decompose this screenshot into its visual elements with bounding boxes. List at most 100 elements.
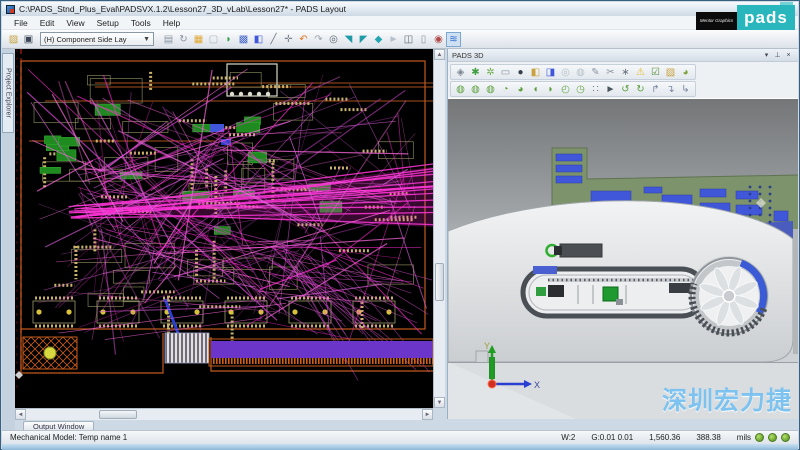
spin-left-icon[interactable]: ◴ — [558, 82, 573, 97]
solder-side-icon[interactable]: ◧ — [528, 65, 543, 80]
status-grid: G:0.01 0.01 — [591, 433, 633, 442]
measure-icon[interactable]: ✎ — [588, 65, 603, 80]
status-led-3[interactable] — [781, 433, 790, 442]
zoom-icon[interactable]: ◎ — [326, 32, 341, 47]
menu-view[interactable]: View — [60, 18, 90, 28]
pads-layout-window: C:\PADS_Stnd_Plus_Eval\PADSVX.1.2\Lesson… — [0, 0, 800, 450]
scroll-up-icon[interactable]: ▲ — [434, 49, 445, 60]
view-front-icon[interactable]: ◖ — [528, 82, 543, 97]
save-icon[interactable]: ▣ — [21, 32, 36, 47]
step-forward-icon[interactable]: ↳ — [678, 82, 693, 97]
view-back-icon[interactable]: ◗ — [543, 82, 558, 97]
status-bar: Mechanical Model: Temp name 1 W:2 G:0.01… — [2, 430, 798, 444]
view-left-icon[interactable]: ◔ — [498, 82, 513, 97]
zoom-window-icon[interactable]: ◍ — [573, 65, 588, 80]
project-explorer-label: Project Explorer — [5, 68, 12, 118]
hscroll-thumb[interactable] — [99, 410, 137, 419]
select-hand-icon[interactable]: ◈ — [453, 65, 468, 80]
select-cursor-icon[interactable]: ► — [603, 82, 618, 97]
status-x-coordinate: 1,560.36 — [649, 433, 680, 442]
open-folder-icon[interactable]: ▨ — [6, 32, 21, 47]
filter-nets-icon[interactable]: ◥ — [341, 32, 356, 47]
redo-icon[interactable]: ↷ — [311, 32, 326, 47]
view-right-icon[interactable]: ◕ — [513, 82, 528, 97]
view-iso-icon[interactable]: ◍ — [453, 82, 468, 97]
menu-bar: FileEditViewSetupToolsHelp — [2, 16, 798, 30]
watermark-text: 深圳宏力捷 — [662, 381, 792, 417]
rotate-view-icon[interactable]: ✲ — [483, 65, 498, 80]
collision-warning-icon[interactable]: ⚠ — [633, 65, 648, 80]
eco-mode-icon[interactable]: ◗ — [221, 32, 236, 47]
snap-point-icon[interactable]: ∗ — [618, 65, 633, 80]
verify-design-icon[interactable]: ◆ — [371, 32, 386, 47]
main-toolbar: ▨▣ (H) Component Side Lay ▼ ▤↻▦▢◗▩◧╱✛↶↷◎… — [2, 30, 798, 49]
scroll-down-icon[interactable]: ▼ — [434, 397, 445, 408]
board-outline-icon[interactable]: ▭ — [498, 65, 513, 80]
chevron-down-icon[interactable]: ▾ — [761, 51, 772, 59]
grid-dots-icon[interactable]: ▩ — [236, 32, 251, 47]
clipboard-icon[interactable]: ▯ — [416, 32, 431, 47]
close-icon[interactable]: × — [783, 52, 794, 59]
component-side-icon[interactable]: ◨ — [543, 65, 558, 80]
vertical-scrollbar[interactable]: ▲ ▼ — [433, 49, 445, 408]
pads-3d-icon[interactable]: ≋ — [446, 32, 461, 47]
refresh-model-icon[interactable]: ↺ — [618, 82, 633, 97]
zoom-selection-icon[interactable]: ◉ — [431, 32, 446, 47]
folder-icon[interactable]: ▨ — [663, 65, 678, 80]
properties-icon[interactable]: ▤ — [161, 32, 176, 47]
sync-model-icon[interactable]: ↻ — [633, 82, 648, 97]
layer-dropdown-value: (H) Component Side Lay — [44, 35, 127, 44]
layer-dropdown[interactable]: (H) Component Side Lay ▼ — [40, 32, 154, 46]
filter-parts-icon[interactable]: ◤ — [356, 32, 371, 47]
scroll-right-icon[interactable]: ► — [422, 409, 433, 420]
grid-points-icon[interactable]: ∷ — [588, 82, 603, 97]
display-colors-icon[interactable]: ◧ — [251, 32, 266, 47]
pcb-2d-canvas[interactable] — [15, 49, 433, 408]
vscroll-thumb[interactable] — [435, 263, 444, 301]
zoom-in-icon[interactable]: ◎ — [558, 65, 573, 80]
menu-tools[interactable]: Tools — [125, 18, 157, 28]
cross-section-icon[interactable]: ✂ — [603, 65, 618, 80]
status-message: Mechanical Model: Temp name 1 — [10, 433, 127, 442]
status-y-coordinate: 388.38 — [696, 433, 720, 442]
title-bar[interactable]: C:\PADS_Stnd_Plus_Eval\PADSVX.1.2\Lesson… — [2, 2, 798, 16]
pads-3d-toolbar-2: ◍◍◍◔◕◖◗◴◷∷►↺↻↱↴↳ — [450, 81, 696, 97]
undo-icon[interactable]: ↶ — [296, 32, 311, 47]
design-rules-icon[interactable]: ▦ — [191, 32, 206, 47]
pads-3d-header[interactable]: PADS 3D ▾ ⊥ × — [448, 49, 798, 62]
svg-text:Y: Y — [484, 341, 490, 351]
scroll-left-icon[interactable]: ◄ — [15, 409, 26, 420]
new-window-icon[interactable]: ◫ — [401, 32, 416, 47]
step-back-icon[interactable]: ↱ — [648, 82, 663, 97]
new-document-icon[interactable]: ▢ — [206, 32, 221, 47]
pcb-3d-viewport[interactable]: Y X 深圳宏力捷 — [448, 98, 798, 419]
menu-edit[interactable]: Edit — [34, 18, 61, 28]
window-title: C:\PADS_Stnd_Plus_Eval\PADSVX.1.2\Lesson… — [19, 4, 346, 14]
shaded-mode-icon[interactable]: ● — [513, 65, 528, 80]
status-led-1[interactable] — [755, 433, 764, 442]
mentor-graphics-logo: Mentor Graphics — [696, 12, 737, 30]
menu-help[interactable]: Help — [157, 18, 186, 28]
step-mid-icon[interactable]: ↴ — [663, 82, 678, 97]
add-route-icon[interactable]: ╱ — [266, 32, 281, 47]
spin-right-icon[interactable]: ◷ — [573, 82, 588, 97]
menu-file[interactable]: File — [8, 18, 34, 28]
menu-setup[interactable]: Setup — [91, 18, 125, 28]
selection-pointer-icon[interactable]: ► — [386, 32, 401, 47]
fit-view-icon[interactable]: ✱ — [468, 65, 483, 80]
pin-icon[interactable]: ⊥ — [772, 51, 783, 59]
pads-3d-toolbar-1: ◈✱✲▭●◧◨◎◍✎✂∗⚠☑▨◕ — [450, 64, 696, 80]
project-explorer-tab[interactable]: Project Explorer — [2, 53, 14, 133]
chevron-down-icon: ▼ — [143, 36, 150, 43]
status-led-2[interactable] — [768, 433, 777, 442]
report-icon[interactable]: ☑ — [648, 65, 663, 80]
move-component-icon[interactable]: ✛ — [281, 32, 296, 47]
left-dock-strip: Project Explorer — [2, 49, 15, 432]
view-bottom-icon[interactable]: ◍ — [483, 82, 498, 97]
export-3d-icon[interactable]: ◕ — [678, 65, 693, 80]
horizontal-scrollbar[interactable]: ◄ ► — [15, 408, 433, 420]
refresh-icon[interactable]: ↻ — [176, 32, 191, 47]
view-top-icon[interactable]: ◍ — [468, 82, 483, 97]
svg-text:X: X — [534, 380, 540, 390]
status-line-width: W:2 — [561, 433, 575, 442]
